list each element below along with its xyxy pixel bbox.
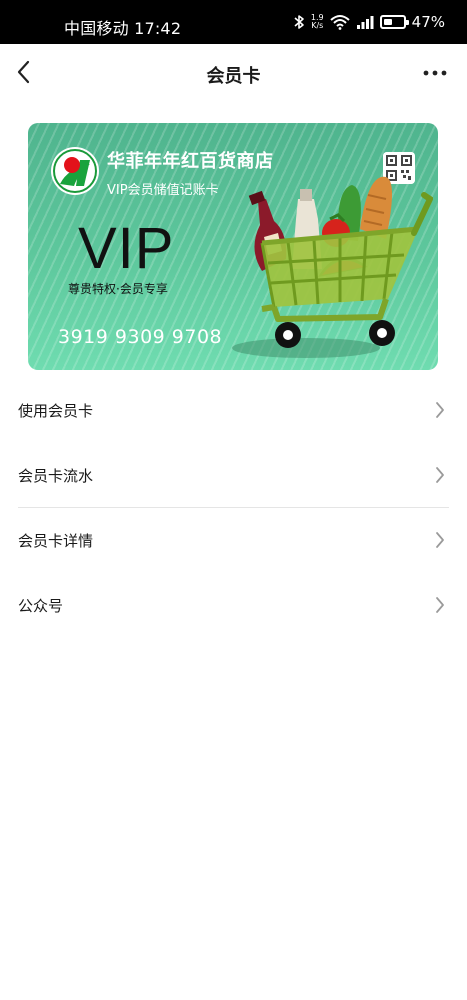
store-logo-icon <box>51 147 99 195</box>
menu-item-card-details[interactable]: 会员卡详情 <box>0 508 467 573</box>
page-title: 会员卡 <box>206 66 261 87</box>
chevron-right-icon <box>436 532 444 548</box>
net-speed-unit: K/s <box>311 21 324 30</box>
bluetooth-icon <box>294 15 304 29</box>
chevron-right-icon <box>436 402 444 418</box>
menu-item-label: 会员卡流水 <box>18 467 94 485</box>
signal-icon <box>356 16 374 29</box>
menu-item-card-transactions[interactable]: 会员卡流水 <box>0 443 467 508</box>
card-slogan: 尊贵特权·会员专享 <box>68 282 168 296</box>
card-type: VIP会员储值记账卡 <box>107 183 219 198</box>
status-bar: 中国移动 17:42 1.9 K/s 47% <box>0 0 467 44</box>
battery-icon <box>379 15 409 29</box>
card-number: 3919 9309 9708 <box>58 326 223 348</box>
battery-fill <box>383 19 393 25</box>
nav-bar: 会员卡 <box>0 44 467 102</box>
carrier-time: 中国移动 17:42 <box>64 19 182 38</box>
menu-item-label: 公众号 <box>18 597 64 615</box>
status-icons: 1.9 K/s 47% <box>293 13 445 31</box>
more-icon[interactable] <box>421 64 449 82</box>
menu-item-label: 使用会员卡 <box>18 402 94 420</box>
membership-card[interactable]: 华菲年年红百货商店 VIP会员储值记账卡 VIP 尊贵特权·会员专享 3919 … <box>28 123 438 370</box>
wifi-icon <box>329 15 350 30</box>
vip-label: VIP <box>78 216 175 281</box>
shopping-cart-illustration <box>232 176 433 358</box>
chevron-right-icon <box>436 597 444 613</box>
chevron-right-icon <box>436 467 444 483</box>
menu-item-label: 会员卡详情 <box>18 532 94 550</box>
menu-item-use-card[interactable]: 使用会员卡 <box>0 378 467 443</box>
menu-list: 使用会员卡 会员卡流水 会员卡详情 公众号 <box>0 378 467 638</box>
net-speed: 1.9 K/s <box>311 14 324 30</box>
menu-item-official-account[interactable]: 公众号 <box>0 573 467 638</box>
battery-percent: 47% <box>411 13 445 31</box>
